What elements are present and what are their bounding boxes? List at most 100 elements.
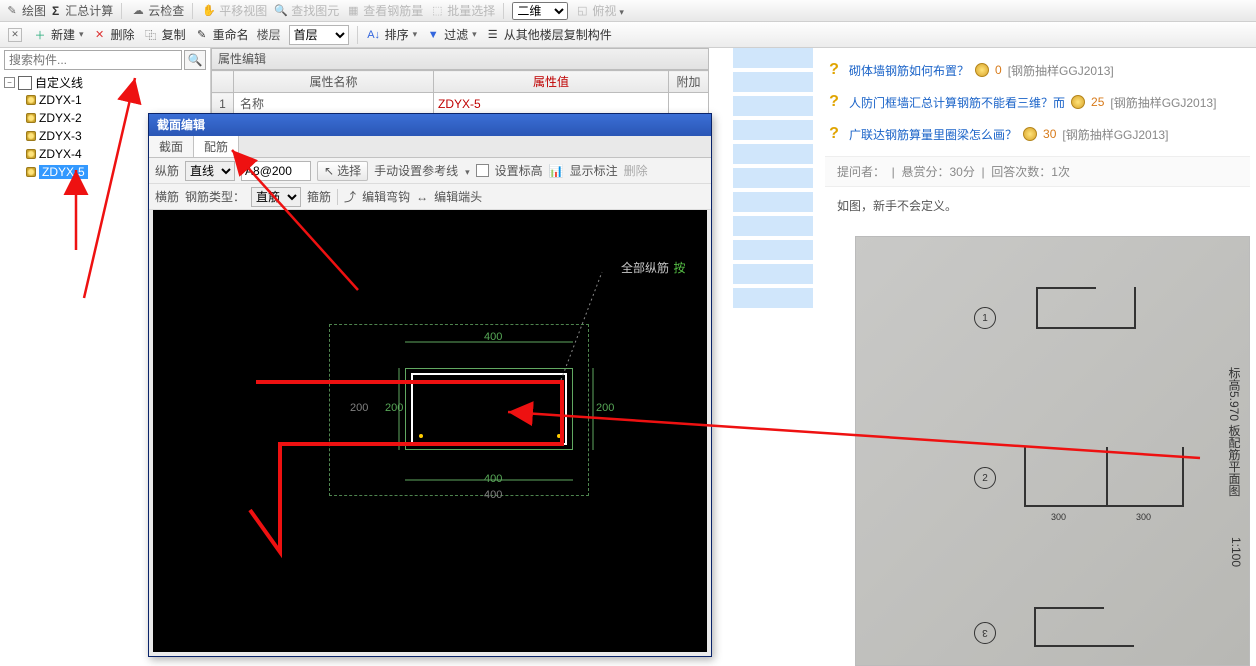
delete-icon: ✕ <box>92 27 108 43</box>
dim-lines <box>153 210 707 652</box>
elevation-checkbox[interactable] <box>476 164 489 177</box>
manual-refline-label[interactable]: 手动设置参考线 <box>374 162 458 179</box>
section-canvas[interactable]: 400 400 400 200 200 200 全部纵筋 按 <box>153 210 707 652</box>
filter-icon: ▼ <box>425 27 441 43</box>
view-rebar-button[interactable]: ▦查看钢筋量 <box>345 2 423 19</box>
search-icon: 🔍 <box>273 3 289 19</box>
dialog-title[interactable]: 截面编辑 <box>149 114 711 136</box>
component-icon <box>26 167 36 177</box>
component-icon <box>26 113 36 123</box>
folder-icon <box>18 76 32 90</box>
thumbnail-strip <box>733 48 813 312</box>
reference-photo: 1 2 300 300 3 标高5.970 板配筋平面图 1:100 <box>855 236 1250 666</box>
photo-scale: 1:100 <box>1229 537 1243 567</box>
tree-item-label: ZDYX-3 <box>39 129 82 143</box>
row-number: 1 <box>212 93 234 115</box>
qa-tag: [钢筋抽样GGJ2013] <box>1110 94 1216 111</box>
qa-points: 25 <box>1091 95 1104 109</box>
col-extra: 附加 <box>669 71 709 93</box>
question-icon: ? <box>825 125 843 143</box>
edit-hook-button[interactable]: 编辑弯钩 <box>362 188 410 205</box>
rebar-spec-input[interactable] <box>241 161 311 181</box>
edit-end-icon: ↔ <box>416 190 428 204</box>
longitudinal-label: 纵筋 <box>155 162 179 179</box>
section-edit-dialog: 截面编辑 截面 配筋 纵筋 直线 ↖选择 手动设置参考线 设置标高 📊 显示标注… <box>148 113 712 657</box>
toolbar-secondary: ✕ ＋新建 ✕删除 ⿻复制 ✎重命名 楼层 首层 A↓排序 ▼过滤 ☰从其他楼层… <box>0 22 1256 48</box>
qa-link[interactable]: 广联达钢筋算量里圈梁怎么画？ <box>849 126 1017 143</box>
pan-button[interactable]: ✋平移视图 <box>201 2 267 19</box>
component-icon <box>26 149 36 159</box>
delete-button[interactable]: ✕删除 <box>92 26 135 43</box>
prop-value-cell[interactable]: ZDYX-5 <box>434 93 669 115</box>
qa-link[interactable]: 人防门框墙汇总计算钢筋不能看三维？而 <box>849 94 1065 111</box>
stirrup-label[interactable]: 箍筋 <box>307 188 331 205</box>
find-element-button[interactable]: 🔍查找图元 <box>273 2 339 19</box>
copy-button[interactable]: ⿻复制 <box>143 26 186 43</box>
qa-tag: [钢筋抽样GGJ2013] <box>1008 62 1114 79</box>
search-input[interactable] <box>4 50 182 70</box>
draw-button[interactable]: ✎绘图 <box>4 2 46 19</box>
floor-select[interactable]: 首层 <box>289 25 349 45</box>
set-elevation-label[interactable]: 设置标高 <box>495 162 543 179</box>
sort-icon: A↓ <box>366 27 382 43</box>
coin-icon <box>1023 127 1037 141</box>
qa-points: 0 <box>995 63 1002 77</box>
cursor-icon: ⬚ <box>429 3 445 19</box>
photo-caption: 标高5.970 板配筋平面图 <box>1226 367 1243 496</box>
qa-meta: 提问者： | 悬赏分：30分 | 回答次数：1次 <box>825 156 1250 187</box>
dimension-select[interactable]: 二维 <box>512 2 568 20</box>
coin-icon <box>975 63 989 77</box>
toolbar-primary: ✎绘图 Σ 汇总计算 ☁云检查 ✋平移视图 🔍查找图元 ▦查看钢筋量 ⬚批量选择… <box>0 0 1256 22</box>
delete-label[interactable]: 删除 <box>624 162 648 179</box>
sort-button[interactable]: A↓排序 <box>366 26 418 43</box>
cloud-icon: ☁ <box>130 3 146 19</box>
search-button[interactable]: 🔍 <box>184 50 206 70</box>
select-button[interactable]: ↖选择 <box>317 161 368 181</box>
qa-points: 30 <box>1043 127 1056 141</box>
view-button[interactable]: ◱俯视 <box>574 2 624 19</box>
filter-button[interactable]: ▼过滤 <box>425 26 477 43</box>
property-table: 属性名称 属性值 附加 1 名称 ZDYX-5 <box>211 70 709 115</box>
col-value: 属性值 <box>434 71 669 93</box>
close-panel-button[interactable]: ✕ <box>8 28 22 42</box>
copy-from-floor-button[interactable]: ☰从其他楼层复制构件 <box>485 26 612 43</box>
collapse-icon[interactable]: − <box>4 77 15 88</box>
tree-item-label: ZDYX-1 <box>39 93 82 107</box>
new-icon: ＋ <box>32 27 48 43</box>
rename-icon: ✎ <box>194 27 210 43</box>
qa-item: ?砌体墙钢筋如何布置？0[钢筋抽样GGJ2013] <box>825 54 1250 86</box>
qa-link[interactable]: 砌体墙钢筋如何布置？ <box>849 62 969 79</box>
tree-item-label: ZDYX-4 <box>39 147 82 161</box>
tab-section[interactable]: 截面 <box>149 136 194 157</box>
cube-icon: ◱ <box>574 3 590 19</box>
tree-item-label: ZDYX-2 <box>39 111 82 125</box>
transverse-label: 横筋 <box>155 188 179 205</box>
rename-button[interactable]: ✎重命名 <box>194 26 249 43</box>
tab-rebar[interactable]: 配筋 <box>194 136 239 157</box>
new-button[interactable]: ＋新建 <box>32 26 84 43</box>
edit-end-button[interactable]: 编辑端头 <box>434 188 482 205</box>
cloud-check-button[interactable]: ☁云检查 <box>130 2 184 19</box>
component-icon <box>26 95 36 105</box>
show-annotation-label[interactable]: 显示标注 <box>570 162 618 179</box>
qa-description: 如图，新手不会定义。 <box>825 187 1250 224</box>
col-name: 属性名称 <box>234 71 434 93</box>
batch-select-button[interactable]: ⬚批量选择 <box>429 2 495 19</box>
layers-icon: ☰ <box>485 27 501 43</box>
sum-button[interactable]: 汇总计算 <box>65 2 113 19</box>
edit-hook-icon: ⤴ <box>344 188 356 205</box>
rebar-type-label: 钢筋类型： <box>185 188 245 205</box>
tree-root-label: 自定义线 <box>35 74 83 91</box>
qa-tag: [钢筋抽样GGJ2013] <box>1062 126 1168 143</box>
property-panel-title: 属性编辑 <box>211 48 709 70</box>
chart-icon: 📊 <box>549 164 564 178</box>
magnifier-icon: 🔍 <box>188 53 203 67</box>
tree-item[interactable]: ZDYX-1 <box>26 91 206 109</box>
transverse-type-select[interactable]: 直筋 <box>251 187 301 207</box>
property-row[interactable]: 1 名称 ZDYX-5 <box>212 93 709 115</box>
grid-icon: ▦ <box>345 3 361 19</box>
coin-icon <box>1071 95 1085 109</box>
component-icon <box>26 131 36 141</box>
longitudinal-type-select[interactable]: 直线 <box>185 161 235 181</box>
tree-root[interactable]: − 自定义线 <box>4 74 206 91</box>
